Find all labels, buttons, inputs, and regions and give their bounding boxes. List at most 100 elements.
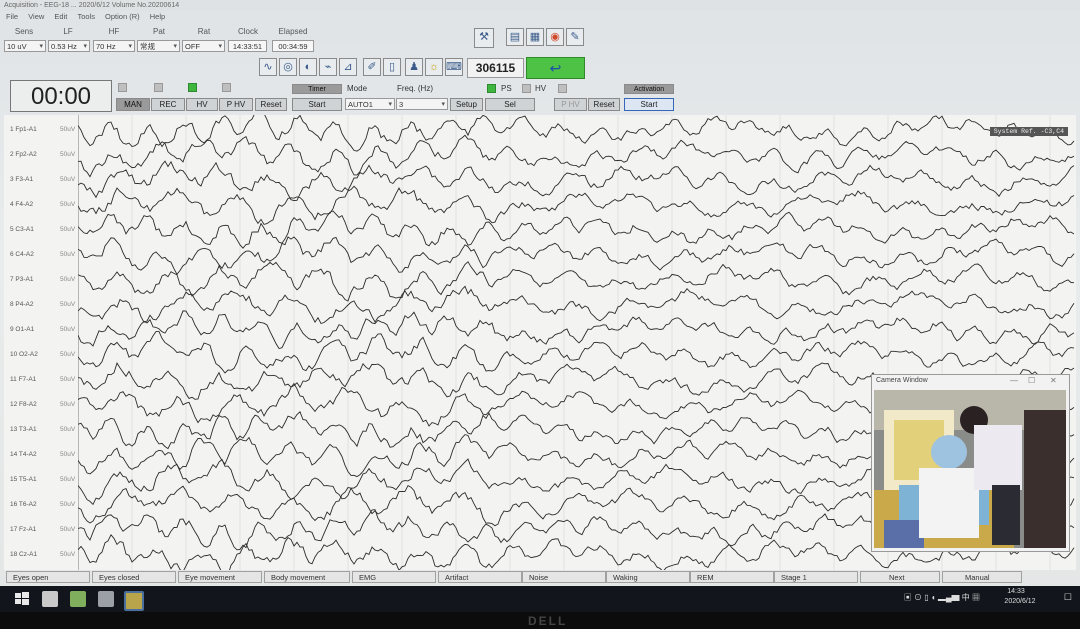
channel-name: P3-A1 (15, 276, 34, 283)
event-eyes-open[interactable]: Eyes open (6, 571, 90, 583)
event-eyes-closed[interactable]: Eyes closed (92, 571, 176, 583)
tools-icon: ✎ (570, 31, 580, 43)
tool-button-8[interactable]: ♟ (405, 58, 423, 76)
maximize-icon[interactable]: ☐ (1028, 375, 1035, 387)
menu-view[interactable]: View (28, 12, 44, 21)
channel-name: T5-A1 (18, 476, 37, 483)
channel-label[interactable]: 17 Fz-A1 50uV (10, 526, 75, 533)
close-icon[interactable]: ✕ (1050, 375, 1057, 387)
event-noise[interactable]: Noise (522, 571, 606, 583)
reset-button[interactable]: Reset (255, 98, 287, 111)
channel-number: 14 (10, 451, 19, 458)
event-waking[interactable]: Waking (606, 571, 690, 583)
timer-start-button[interactable]: Start (292, 98, 342, 111)
pattern-select[interactable]: 常规 (137, 40, 180, 53)
man-indicator (118, 83, 127, 92)
app-icon-1[interactable] (70, 591, 86, 607)
channel-label[interactable]: 9 O1-A1 50uV (10, 326, 75, 333)
tool-button-10[interactable]: ⌨ (445, 58, 463, 76)
menu-help[interactable]: Help (150, 12, 165, 21)
channel-label[interactable]: 18 Cz-A1 50uV (10, 551, 75, 558)
tool-button-3[interactable]: ◐ (299, 58, 317, 76)
channel-label[interactable]: 10 O2-A2 50uV (10, 351, 75, 358)
php-button[interactable]: P HV (219, 98, 253, 111)
hv-status-indicator (522, 84, 531, 93)
activation-start-button[interactable]: Start (624, 98, 674, 111)
hf-select[interactable]: 70 Hz (93, 40, 135, 53)
menu-file[interactable]: File (6, 12, 18, 21)
tool-button-7[interactable]: ▯ (383, 58, 401, 76)
menu-option[interactable]: Option (R) (105, 12, 140, 21)
menu-tools[interactable]: Tools (77, 12, 95, 21)
channel-name: T4-A2 (18, 451, 37, 458)
channel-label[interactable]: 11 F7-A1 50uV (10, 376, 75, 383)
sens-select[interactable]: 10 uV (4, 40, 46, 53)
event-stage-1[interactable]: Stage 1 (774, 571, 858, 583)
tool-button-9[interactable]: ☼ (425, 58, 443, 76)
ime-indicator[interactable]: 中 (962, 593, 970, 602)
rec-button[interactable]: REC (151, 98, 185, 111)
channel-scale-unit: 50uV (60, 276, 76, 283)
channel-scale-unit: 50uV (60, 401, 76, 408)
event-body-movement[interactable]: Body movement (264, 571, 350, 583)
tray-icons[interactable]: ▣ ⊙ ▯ ◖ ▂▄▆ 中 ▦ (904, 592, 980, 603)
app-icon-2[interactable] (98, 591, 114, 607)
eeg-app-taskbar-icon[interactable] (124, 591, 144, 611)
channel-name: Fp1-A1 (15, 126, 37, 133)
php-activation-button[interactable]: P HV (554, 98, 587, 111)
channel-label[interactable]: 1 Fp1-A1 50uV (10, 126, 75, 133)
tool-button-4[interactable]: ⌁ (319, 58, 337, 76)
eeg-trace (78, 331, 1075, 374)
print-tool-button[interactable]: ▦ (526, 28, 544, 46)
channel-number: 17 (10, 526, 20, 533)
tool-button-6[interactable]: ✐ (363, 58, 381, 76)
man-button[interactable]: MAN (116, 98, 150, 111)
tool-button-2[interactable]: ◎ (279, 58, 297, 76)
hv-button[interactable]: HV (186, 98, 218, 111)
channel-label[interactable]: 2 Fp2-A2 50uV (10, 151, 75, 158)
tool-button-5[interactable]: ⊿ (339, 58, 357, 76)
freq-select[interactable]: 3 (396, 98, 448, 111)
setup-button[interactable]: Setup (450, 98, 483, 111)
channel-label[interactable]: 7 P3-A1 50uV (10, 276, 75, 283)
settings-tool-button[interactable]: ✎ (566, 28, 584, 46)
map-tool-button[interactable]: ◉ (546, 28, 564, 46)
channel-label[interactable]: 3 F3-A1 50uV (10, 176, 75, 183)
channel-label[interactable]: 8 P4-A2 50uV (10, 301, 75, 308)
freq-label: Freq. (Hz) (397, 84, 433, 93)
header-elapsed: Elapsed (278, 27, 308, 36)
sel-button[interactable]: Sel (485, 98, 535, 111)
channel-label[interactable]: 15 T5-A1 50uV (10, 476, 75, 483)
tool-button-1[interactable]: ∿ (259, 58, 277, 76)
channel-label[interactable]: 16 T6-A2 50uV (10, 501, 75, 508)
event-manual-button[interactable]: Manual (942, 571, 1022, 583)
channel-label[interactable]: 5 C3-A1 50uV (10, 226, 75, 233)
activation-reset-button[interactable]: Reset (588, 98, 620, 111)
notification-icon[interactable]: ☐ (1064, 592, 1072, 603)
channel-scale-unit: 50uV (60, 551, 76, 558)
event-next-button[interactable]: Next (860, 571, 940, 583)
camera-window[interactable]: Camera Window — ☐ ✕ (871, 374, 1070, 552)
file-explorer-icon[interactable] (42, 591, 58, 607)
lf-select[interactable]: 0.53 Hz (48, 40, 90, 53)
channel-label[interactable]: 12 F8-A2 50uV (10, 401, 75, 408)
review-tool-button[interactable]: ▤ (506, 28, 524, 46)
event-emg[interactable]: EMG (352, 571, 436, 583)
return-button[interactable]: ↩ (526, 57, 585, 79)
eeg-trace (78, 115, 1075, 152)
event-rem[interactable]: REM (690, 571, 774, 583)
minimize-icon[interactable]: — (1010, 375, 1018, 387)
patient-icon: ♟ (409, 61, 419, 73)
mode-select[interactable]: AUTO1 (345, 98, 395, 111)
activation-label: Activation (624, 84, 674, 94)
event-eye-movement[interactable]: Eye movement (178, 571, 262, 583)
menu-edit[interactable]: Edit (54, 12, 67, 21)
channel-label[interactable]: 13 T3-A1 50uV (10, 426, 75, 433)
montage-tool-button[interactable]: ⚒ (474, 28, 494, 48)
event-artifact[interactable]: Artifact (438, 571, 522, 583)
channel-label[interactable]: 14 T4-A2 50uV (10, 451, 75, 458)
channel-label[interactable]: 4 F4-A2 50uV (10, 201, 75, 208)
windows-start-icon[interactable] (14, 591, 30, 607)
rat-select[interactable]: OFF (182, 40, 225, 53)
channel-label[interactable]: 6 C4-A2 50uV (10, 251, 75, 258)
